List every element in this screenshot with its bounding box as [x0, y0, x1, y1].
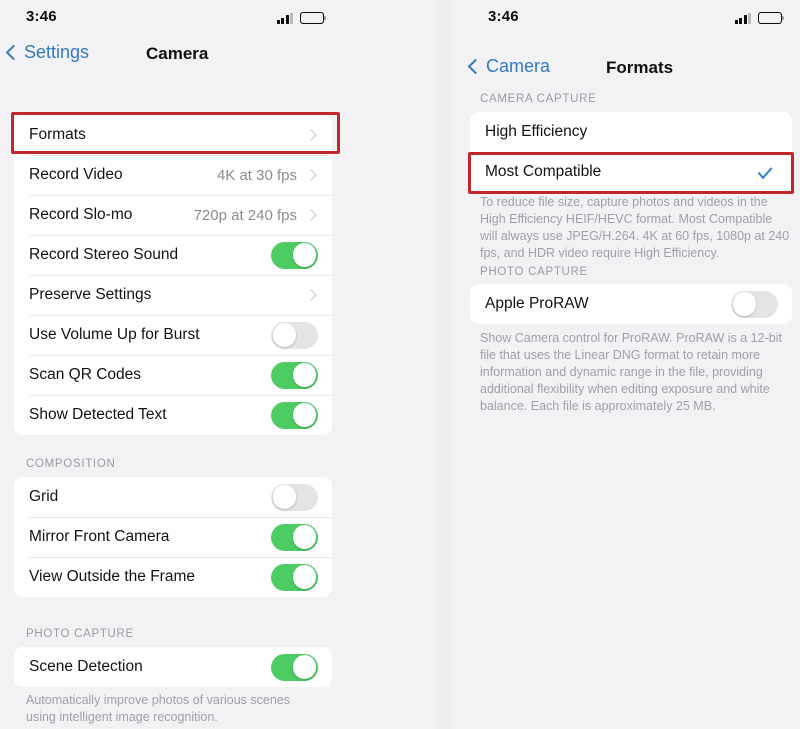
- row-value: 720p at 240 fps: [193, 206, 297, 224]
- row-label: Preserve Settings: [29, 286, 152, 303]
- toggle-use-volume-up-for-burst[interactable]: [271, 321, 318, 349]
- back-to-settings-button[interactable]: Settings: [5, 42, 90, 63]
- row-scene-detection[interactable]: Scene Detection: [14, 647, 332, 687]
- dual-screenshot-container: 3:46 Settings Camera Formats Record Vide…: [0, 0, 800, 729]
- separator-seam: [436, 0, 450, 729]
- toggle-view-outside-the-frame[interactable]: [271, 563, 318, 591]
- row-record-stereo-sound[interactable]: Record Stereo Sound: [14, 235, 332, 275]
- back-button-label: Camera: [486, 56, 551, 76]
- left-page-title: Camera: [146, 44, 209, 63]
- option-most-compatible[interactable]: Most Compatible: [470, 152, 792, 192]
- row-record-video[interactable]: Record Video 4K at 30 fps: [14, 155, 332, 195]
- row-label: View Outside the Frame: [29, 568, 195, 585]
- photo-capture-card: Apple ProRAW: [470, 284, 792, 324]
- row-scan-qr-codes[interactable]: Scan QR Codes: [14, 355, 332, 395]
- right-status-bar: 3:46: [450, 0, 800, 34]
- section-header-photo-capture: PHOTO CAPTURE: [26, 628, 134, 640]
- row-formats[interactable]: Formats: [14, 115, 332, 155]
- right-nav-bar: Camera Formats: [450, 34, 800, 78]
- section-header-camera-capture: CAMERA CAPTURE: [480, 93, 597, 105]
- chevron-right-icon: [305, 169, 317, 181]
- status-bar-icons: [276, 10, 327, 24]
- chevron-right-icon: [305, 289, 317, 301]
- row-preserve-settings[interactable]: Preserve Settings: [14, 275, 332, 315]
- row-grid[interactable]: Grid: [14, 477, 332, 517]
- toggle-scan-qr-codes[interactable]: [271, 361, 318, 389]
- checkmark-icon: [757, 162, 773, 179]
- footnote-camera-capture: To reduce file size, capture photos and …: [480, 195, 790, 260]
- chevron-left-icon: [5, 44, 22, 61]
- status-bar-time: 3:46: [26, 8, 57, 25]
- row-label: Record Slo-mo: [29, 206, 133, 223]
- back-button-label: Settings: [24, 42, 90, 62]
- option-high-efficiency[interactable]: High Efficiency: [470, 112, 792, 152]
- status-bar-icons: [734, 10, 785, 24]
- row-label: Apple ProRAW: [485, 295, 589, 312]
- left-phone-screen: 3:46 Settings Camera Formats Record Vide…: [0, 0, 346, 729]
- row-label: Show Detected Text: [29, 406, 167, 423]
- option-label: High Efficiency: [485, 123, 588, 140]
- row-label: Record Stereo Sound: [29, 246, 179, 263]
- cellular-signal-icon: [734, 13, 751, 24]
- screen-separator: [346, 0, 450, 729]
- row-label: Use Volume Up for Burst: [29, 326, 200, 343]
- left-status-bar: 3:46: [0, 0, 346, 34]
- right-phone-screen: 3:46 Camera Formats CAMERA CAPTURE High …: [450, 0, 800, 729]
- footnote-scene-detection: Automatically improve photos of various …: [26, 693, 291, 724]
- row-label: Scene Detection: [29, 658, 143, 675]
- row-mirror-front-camera[interactable]: Mirror Front Camera: [14, 517, 332, 557]
- right-page-title: Formats: [606, 58, 674, 77]
- row-label: Scan QR Codes: [29, 366, 141, 383]
- battery-full-icon: [300, 12, 327, 24]
- camera-settings-card: Formats Record Video 4K at 30 fps Record…: [14, 115, 332, 435]
- row-label: Record Video: [29, 166, 123, 183]
- back-to-camera-button[interactable]: Camera: [467, 56, 551, 77]
- row-label: Mirror Front Camera: [29, 528, 170, 545]
- option-label: Most Compatible: [485, 163, 602, 180]
- footnote-apple-proraw: Show Camera control for ProRAW. ProRAW i…: [480, 331, 782, 413]
- camera-capture-card: High Efficiency Most Compatible: [470, 112, 792, 192]
- photo-capture-card: Scene Detection: [14, 647, 332, 687]
- row-record-slo-mo[interactable]: Record Slo-mo 720p at 240 fps: [14, 195, 332, 235]
- row-apple-proraw[interactable]: Apple ProRAW: [470, 284, 792, 324]
- section-header-composition: COMPOSITION: [26, 458, 116, 470]
- row-show-detected-text[interactable]: Show Detected Text: [14, 395, 332, 435]
- toggle-show-detected-text[interactable]: [271, 401, 318, 429]
- row-label: Grid: [29, 488, 59, 505]
- toggle-scene-detection[interactable]: [271, 653, 318, 681]
- chevron-left-icon: [467, 58, 484, 75]
- row-use-volume-up-for-burst[interactable]: Use Volume Up for Burst: [14, 315, 332, 355]
- battery-full-icon: [758, 12, 785, 24]
- left-nav-bar: Settings Camera: [0, 34, 346, 78]
- section-header-photo-capture: PHOTO CAPTURE: [480, 266, 588, 278]
- row-value: 4K at 30 fps: [216, 166, 297, 184]
- composition-card: Grid Mirror Front Camera View Outside th…: [14, 477, 332, 597]
- cellular-signal-icon: [276, 13, 293, 24]
- toggle-grid[interactable]: [271, 483, 318, 511]
- status-bar-time: 3:46: [488, 8, 519, 25]
- toggle-mirror-front-camera[interactable]: [271, 523, 318, 551]
- toggle-record-stereo-sound[interactable]: [271, 241, 318, 269]
- row-label: Formats: [29, 126, 86, 143]
- toggle-apple-proraw[interactable]: [731, 290, 778, 318]
- row-view-outside-the-frame[interactable]: View Outside the Frame: [14, 557, 332, 597]
- chevron-right-icon: [305, 129, 317, 141]
- chevron-right-icon: [305, 209, 317, 221]
